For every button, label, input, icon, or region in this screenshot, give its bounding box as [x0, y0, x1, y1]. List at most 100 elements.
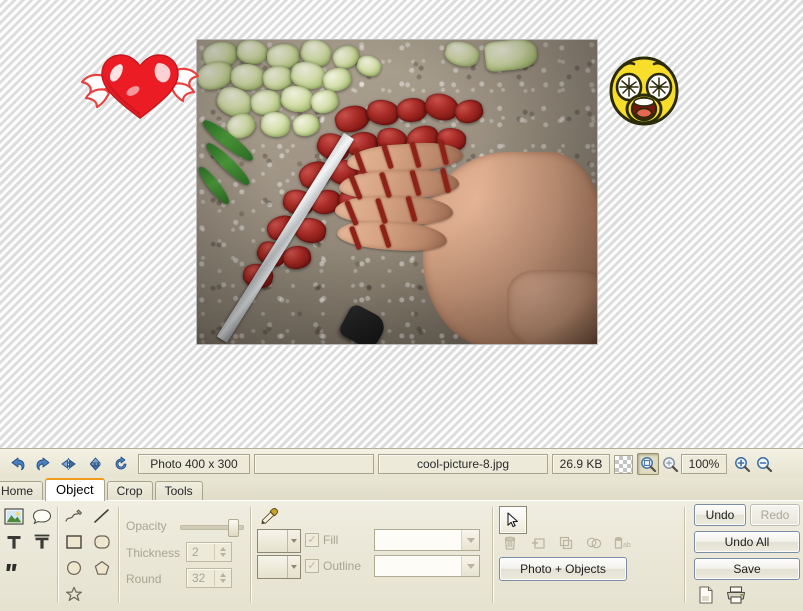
round-stepper[interactable]: 32	[186, 568, 232, 588]
object-options-panel: Opacity Thickness 2 Round 32 ✓ Fill ✓ Ou…	[0, 500, 803, 611]
outline-checkbox-box[interactable]: ✓	[305, 559, 319, 573]
status-blank-field	[254, 454, 374, 474]
text-icon[interactable]	[0, 529, 28, 555]
rounded-rectangle-icon[interactable]	[88, 529, 116, 555]
object-palette	[0, 503, 56, 581]
undo-button[interactable]: Undo	[694, 504, 746, 526]
rectangle-icon[interactable]	[60, 529, 88, 555]
save-button[interactable]: Save	[694, 558, 800, 580]
chevron-down-icon	[291, 565, 297, 569]
fill-style-combo[interactable]	[374, 529, 480, 551]
photo-canvas[interactable]	[197, 40, 597, 344]
spin-up-icon[interactable]	[220, 573, 226, 577]
duplicate-object-icon[interactable]	[527, 533, 549, 553]
photo-objects-mode-button[interactable]: Photo + Objects	[499, 557, 627, 581]
screaming-face-icon	[609, 56, 679, 126]
text-outline-icon[interactable]	[28, 529, 56, 555]
winged-heart-icon	[80, 54, 200, 119]
round-label: Round	[126, 572, 162, 586]
zoom-out-icon[interactable]	[753, 453, 775, 475]
select-arrow-icon[interactable]	[499, 506, 527, 534]
shape-palette	[60, 503, 118, 607]
ellipse-icon[interactable]	[60, 555, 88, 581]
line-icon[interactable]	[88, 503, 116, 529]
tab-crop[interactable]: Crop	[106, 481, 153, 501]
redo-button[interactable]: Redo	[750, 504, 800, 526]
outline-color-dropdown-arrow[interactable]	[287, 556, 300, 578]
panel-divider	[492, 507, 493, 603]
shape-spacer	[88, 581, 116, 607]
fill-color-picker[interactable]	[257, 529, 301, 553]
check-icon: ✓	[307, 533, 317, 546]
undo-icon[interactable]	[6, 453, 28, 475]
outline-style-dropdown-arrow[interactable]	[461, 556, 479, 576]
fill-color-dropdown-arrow[interactable]	[287, 530, 300, 552]
star-icon[interactable]	[60, 581, 88, 607]
outline-color-swatch	[258, 556, 287, 578]
fill-checkbox-box[interactable]: ✓	[305, 533, 319, 547]
undo-all-button[interactable]: Undo All	[694, 531, 800, 553]
fit-to-window-icon[interactable]	[637, 453, 659, 475]
rename-object-icon[interactable]: ab	[611, 533, 633, 553]
palette-spacer	[28, 555, 56, 581]
svg-text:ab: ab	[623, 542, 631, 549]
winged-heart-sticker[interactable]	[76, 38, 204, 122]
chevron-down-icon	[466, 537, 475, 543]
fill-color-swatch	[258, 530, 287, 552]
chevron-down-icon	[466, 563, 475, 569]
redo-icon[interactable]	[32, 453, 54, 475]
sticker-image-icon[interactable]	[0, 503, 28, 529]
spin-down-icon[interactable]	[220, 579, 226, 583]
flip-vertical-icon[interactable]	[84, 453, 106, 475]
speech-bubble-icon[interactable]	[28, 503, 56, 529]
screaming-face-sticker[interactable]	[606, 51, 682, 129]
image-dimensions-field: Photo 400 x 300	[138, 454, 250, 474]
image-editor-window: Photo 400 x 300 cool-picture-8.jpg 26.9 …	[0, 0, 803, 611]
tab-tools[interactable]: Tools	[154, 481, 203, 501]
thickness-spin-arrows[interactable]	[214, 544, 231, 560]
transparency-checker-icon[interactable]	[614, 454, 633, 474]
panel-divider	[684, 507, 685, 603]
thickness-stepper[interactable]: 2	[186, 542, 232, 562]
zoom-in-icon[interactable]	[731, 453, 753, 475]
outline-color-picker[interactable]	[257, 555, 301, 579]
zoom-to-fit-icon[interactable]	[659, 453, 681, 475]
thickness-value: 2	[192, 545, 199, 559]
outline-checkbox-label: Outline	[323, 559, 362, 573]
status-toolbar: Photo 400 x 300 cool-picture-8.jpg 26.9 …	[0, 448, 803, 479]
file-actions	[697, 585, 747, 608]
tab-object[interactable]: Object	[45, 478, 105, 501]
tab-home[interactable]: Home	[0, 481, 44, 501]
fill-checkbox[interactable]: ✓ Fill	[305, 533, 338, 547]
canvas-workspace[interactable]	[0, 0, 803, 448]
outline-style-combo[interactable]	[374, 555, 480, 577]
edit-tool-group	[0, 453, 138, 475]
round-spin-arrows[interactable]	[214, 570, 231, 586]
flip-horizontal-icon[interactable]	[58, 453, 80, 475]
spin-up-icon[interactable]	[220, 547, 226, 551]
scribble-icon[interactable]	[60, 503, 88, 529]
chevron-down-icon	[291, 539, 297, 543]
pentagon-icon[interactable]	[88, 555, 116, 581]
panel-divider	[118, 507, 119, 603]
eyedropper-icon[interactable]	[259, 507, 279, 525]
panel-divider	[250, 507, 251, 603]
print-icon[interactable]	[725, 585, 747, 608]
fill-style-dropdown-arrow[interactable]	[461, 530, 479, 550]
bring-to-front-icon[interactable]	[555, 533, 577, 553]
quote-icon[interactable]	[0, 555, 28, 581]
merge-objects-icon[interactable]	[583, 533, 605, 553]
opacity-label: Opacity	[126, 519, 167, 533]
outline-style-value	[375, 556, 461, 576]
fill-style-value	[375, 530, 461, 550]
new-document-icon[interactable]	[697, 585, 715, 608]
photo-vignette	[197, 40, 597, 344]
thickness-label: Thickness	[126, 546, 181, 560]
spin-down-icon[interactable]	[220, 553, 226, 557]
opacity-slider-knob[interactable]	[228, 519, 239, 537]
outline-checkbox[interactable]: ✓ Outline	[305, 559, 361, 573]
delete-object-icon[interactable]	[499, 533, 521, 553]
panel-divider	[57, 507, 58, 603]
filename-field: cool-picture-8.jpg	[378, 454, 548, 474]
rotate-icon[interactable]	[110, 453, 132, 475]
